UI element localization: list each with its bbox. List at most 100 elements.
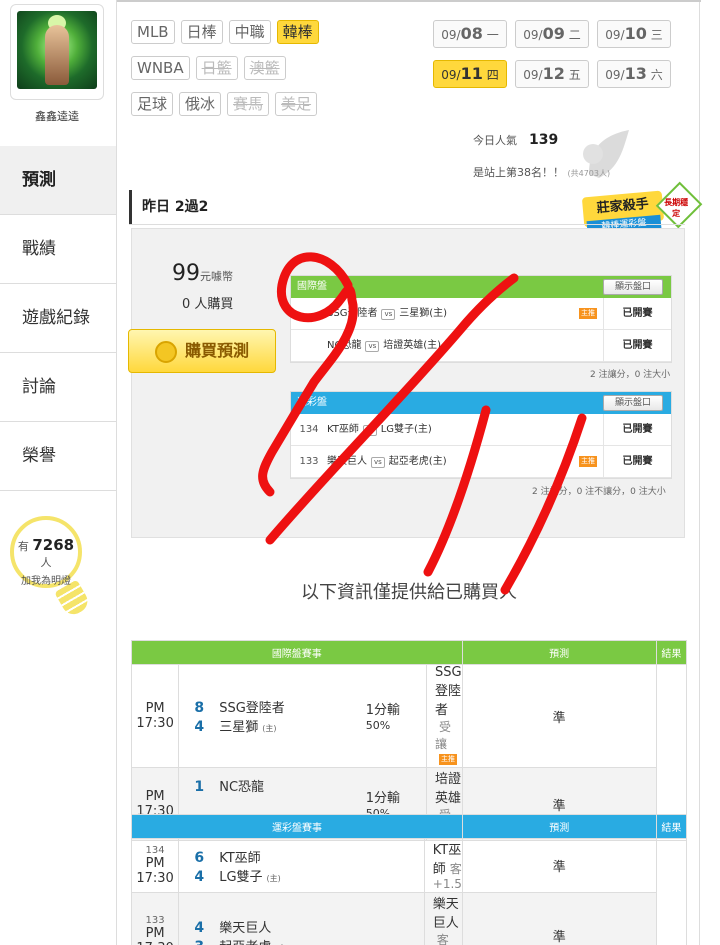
intl-panel-title: 國際盤 (297, 281, 327, 292)
category-tab[interactable]: 韓棒 (276, 20, 319, 44)
away-team: NC恐龍 (327, 340, 362, 351)
date-day: 13 (624, 64, 647, 83)
main-pick-tag: 主推 (579, 307, 597, 319)
follow-bulb[interactable]: 有 7268 人 加我為明燈 (10, 516, 92, 619)
category-tab[interactable]: 美足 (275, 92, 318, 116)
lottery-note: 2 注讓分，0 注不讓分，0 注大小 (532, 487, 666, 497)
match-teams-cell: 4樂天巨人3起亞老虎(主) (178, 892, 425, 945)
main-pick-tag: 主推 (439, 754, 458, 765)
handicap-pct: 50% (365, 719, 391, 732)
away-team: SSG登陸者 (219, 701, 285, 716)
col-lottery-match: 運彩盤賽事 (131, 814, 463, 839)
game-number: 134 (299, 424, 319, 435)
handicap: 1分輸 (365, 791, 401, 806)
fans-suffix: 人 (40, 556, 52, 569)
today-value: 139 (529, 132, 559, 148)
category-tab[interactable]: 日棒 (180, 20, 223, 44)
category-tab[interactable]: 足球 (131, 92, 174, 116)
intl-results-table: 國際盤賽事 預測 結果 PM 17:30 8 SSG登陸者 4 三星獅 (主) 1分輸 50%… (130, 640, 688, 841)
show-odds-button[interactable]: 顯示盤口 (603, 395, 663, 411)
away-score: 6 (194, 849, 205, 866)
vs-icon: vs (381, 309, 396, 320)
result-cell: 準 (461, 892, 657, 945)
avatar-image (17, 11, 97, 89)
date-tab[interactable]: 09/09 二 (515, 20, 589, 48)
nav-item-discussion[interactable]: 討論 (0, 353, 118, 422)
tag-wrap: 主推 (579, 298, 603, 330)
date-weekday: 一 (486, 28, 499, 42)
buy-button-label: 購買預測 (184, 341, 249, 360)
picked-team: 培證英雄 (435, 772, 462, 806)
date-month: 09/ (441, 28, 461, 42)
category-tab[interactable]: 中職 (228, 20, 271, 44)
category-tab[interactable]: 日籃 (195, 56, 238, 80)
category-tab[interactable]: MLB (131, 20, 175, 44)
today-popularity: 今日人氣 139 (473, 132, 558, 148)
away-score: 1 (194, 779, 205, 795)
result-cell: 準 (461, 664, 657, 768)
handicap: 1分輸 (365, 703, 401, 718)
date-day: 10 (624, 24, 647, 43)
buyers: 0 人購買 (182, 293, 233, 312)
show-odds-button[interactable]: 顯示盤口 (603, 279, 663, 295)
date-tab[interactable]: 09/12 五 (515, 60, 589, 88)
lottery-results-table: 運彩盤賽事 預測 結果 134 PM 17:30 6 KT巫師 4 LG雙子 (主) KT巫師… (130, 814, 688, 945)
rank-text: 是站上第38名！！ (473, 166, 564, 179)
date-weekday: 三 (650, 28, 663, 42)
match-status: 已開賽 (603, 446, 671, 477)
pick-type: 受讓 (435, 720, 452, 751)
fans-prefix: 有 (17, 540, 29, 553)
pick-cell: 樂天巨人客 +1.5主推 (423, 892, 463, 945)
avatar[interactable] (10, 4, 104, 100)
date-month: 09/ (441, 68, 461, 82)
date-tab[interactable]: 09/13 六 (597, 60, 671, 88)
category-tab[interactable]: 澳籃 (243, 56, 286, 80)
date-tab[interactable]: 09/10 三 (597, 20, 671, 48)
purchaser-only-notice: 以下資訊僅提供給已購買人 (301, 582, 517, 603)
vs-icon: vs (371, 457, 385, 468)
sidebar: 鑫鑫逵逵 預測 戰績 遊戲紀錄 討論 榮譽 有 7268 人 加我為明燈 (0, 0, 118, 945)
nav-item-game-history[interactable]: 遊戲紀錄 (0, 284, 118, 353)
pick-cell: KT巫師客 +1.5 (423, 838, 463, 893)
intl-note: 2 注讓分，0 注大小 (590, 370, 671, 380)
nav-item-prediction[interactable]: 預測 (0, 146, 118, 215)
date-day: 11 (460, 64, 483, 83)
category-tab[interactable]: 俄冰 (179, 92, 222, 116)
match-time-cell: PM 17:30 (130, 664, 180, 768)
away-team: KT巫師 (327, 424, 359, 435)
match-time: PM 17:30 (136, 926, 173, 945)
game-number: 133 (299, 456, 319, 467)
match-teams: NC恐龍 vs 培證英雄(主) (327, 330, 603, 361)
category-tab[interactable]: 賽馬 (227, 92, 270, 116)
match-time: PM 17:30 (136, 701, 174, 731)
home-team: 三星獅 (219, 720, 259, 735)
handicap-cell: 1分輸 50% (365, 664, 428, 768)
date-tab[interactable]: 09/08 一 (433, 20, 507, 48)
table-row: PM 17:30 8 SSG登陸者 4 三星獅 (主) 1分輸 50% SSG登陸者受讓主推準 (130, 664, 687, 768)
nav-item-honor[interactable]: 榮譽 (0, 422, 118, 491)
away-team: NC恐龍 (219, 780, 265, 795)
home-score: 4 (194, 868, 205, 885)
today-label: 今日人氣 (473, 134, 517, 147)
buyers-label: 人購買 (194, 297, 234, 312)
vs-icon: vs (365, 341, 380, 352)
badge-corner-label: 長期穩定 (664, 197, 689, 218)
date-weekday: 六 (650, 68, 663, 82)
buy-prediction-button[interactable]: 購買預測 (128, 329, 276, 373)
home-team: 培證英雄(主) (383, 340, 442, 351)
date-day: 12 (542, 64, 565, 83)
nav-item-record[interactable]: 戰績 (0, 215, 118, 284)
home-score: 3 (179, 939, 219, 945)
match-status: 已開賽 (603, 298, 671, 329)
price-currency: 元噱幣 (200, 270, 233, 283)
follow-label: 加我為明燈 (21, 576, 71, 587)
date-weekday: 五 (568, 68, 581, 82)
sidebar-nav: 預測 戰績 遊戲紀錄 討論 榮譽 (0, 146, 118, 491)
coin-icon (154, 340, 177, 363)
category-tab[interactable]: WNBA (131, 56, 190, 80)
vs-icon: vs (362, 425, 377, 436)
date-month: 09/ (523, 28, 543, 42)
badge-stable-icon: 長期穩定 (655, 181, 703, 229)
date-tab[interactable]: 09/11 四 (433, 60, 507, 88)
fans-count: 7268 (32, 536, 75, 554)
